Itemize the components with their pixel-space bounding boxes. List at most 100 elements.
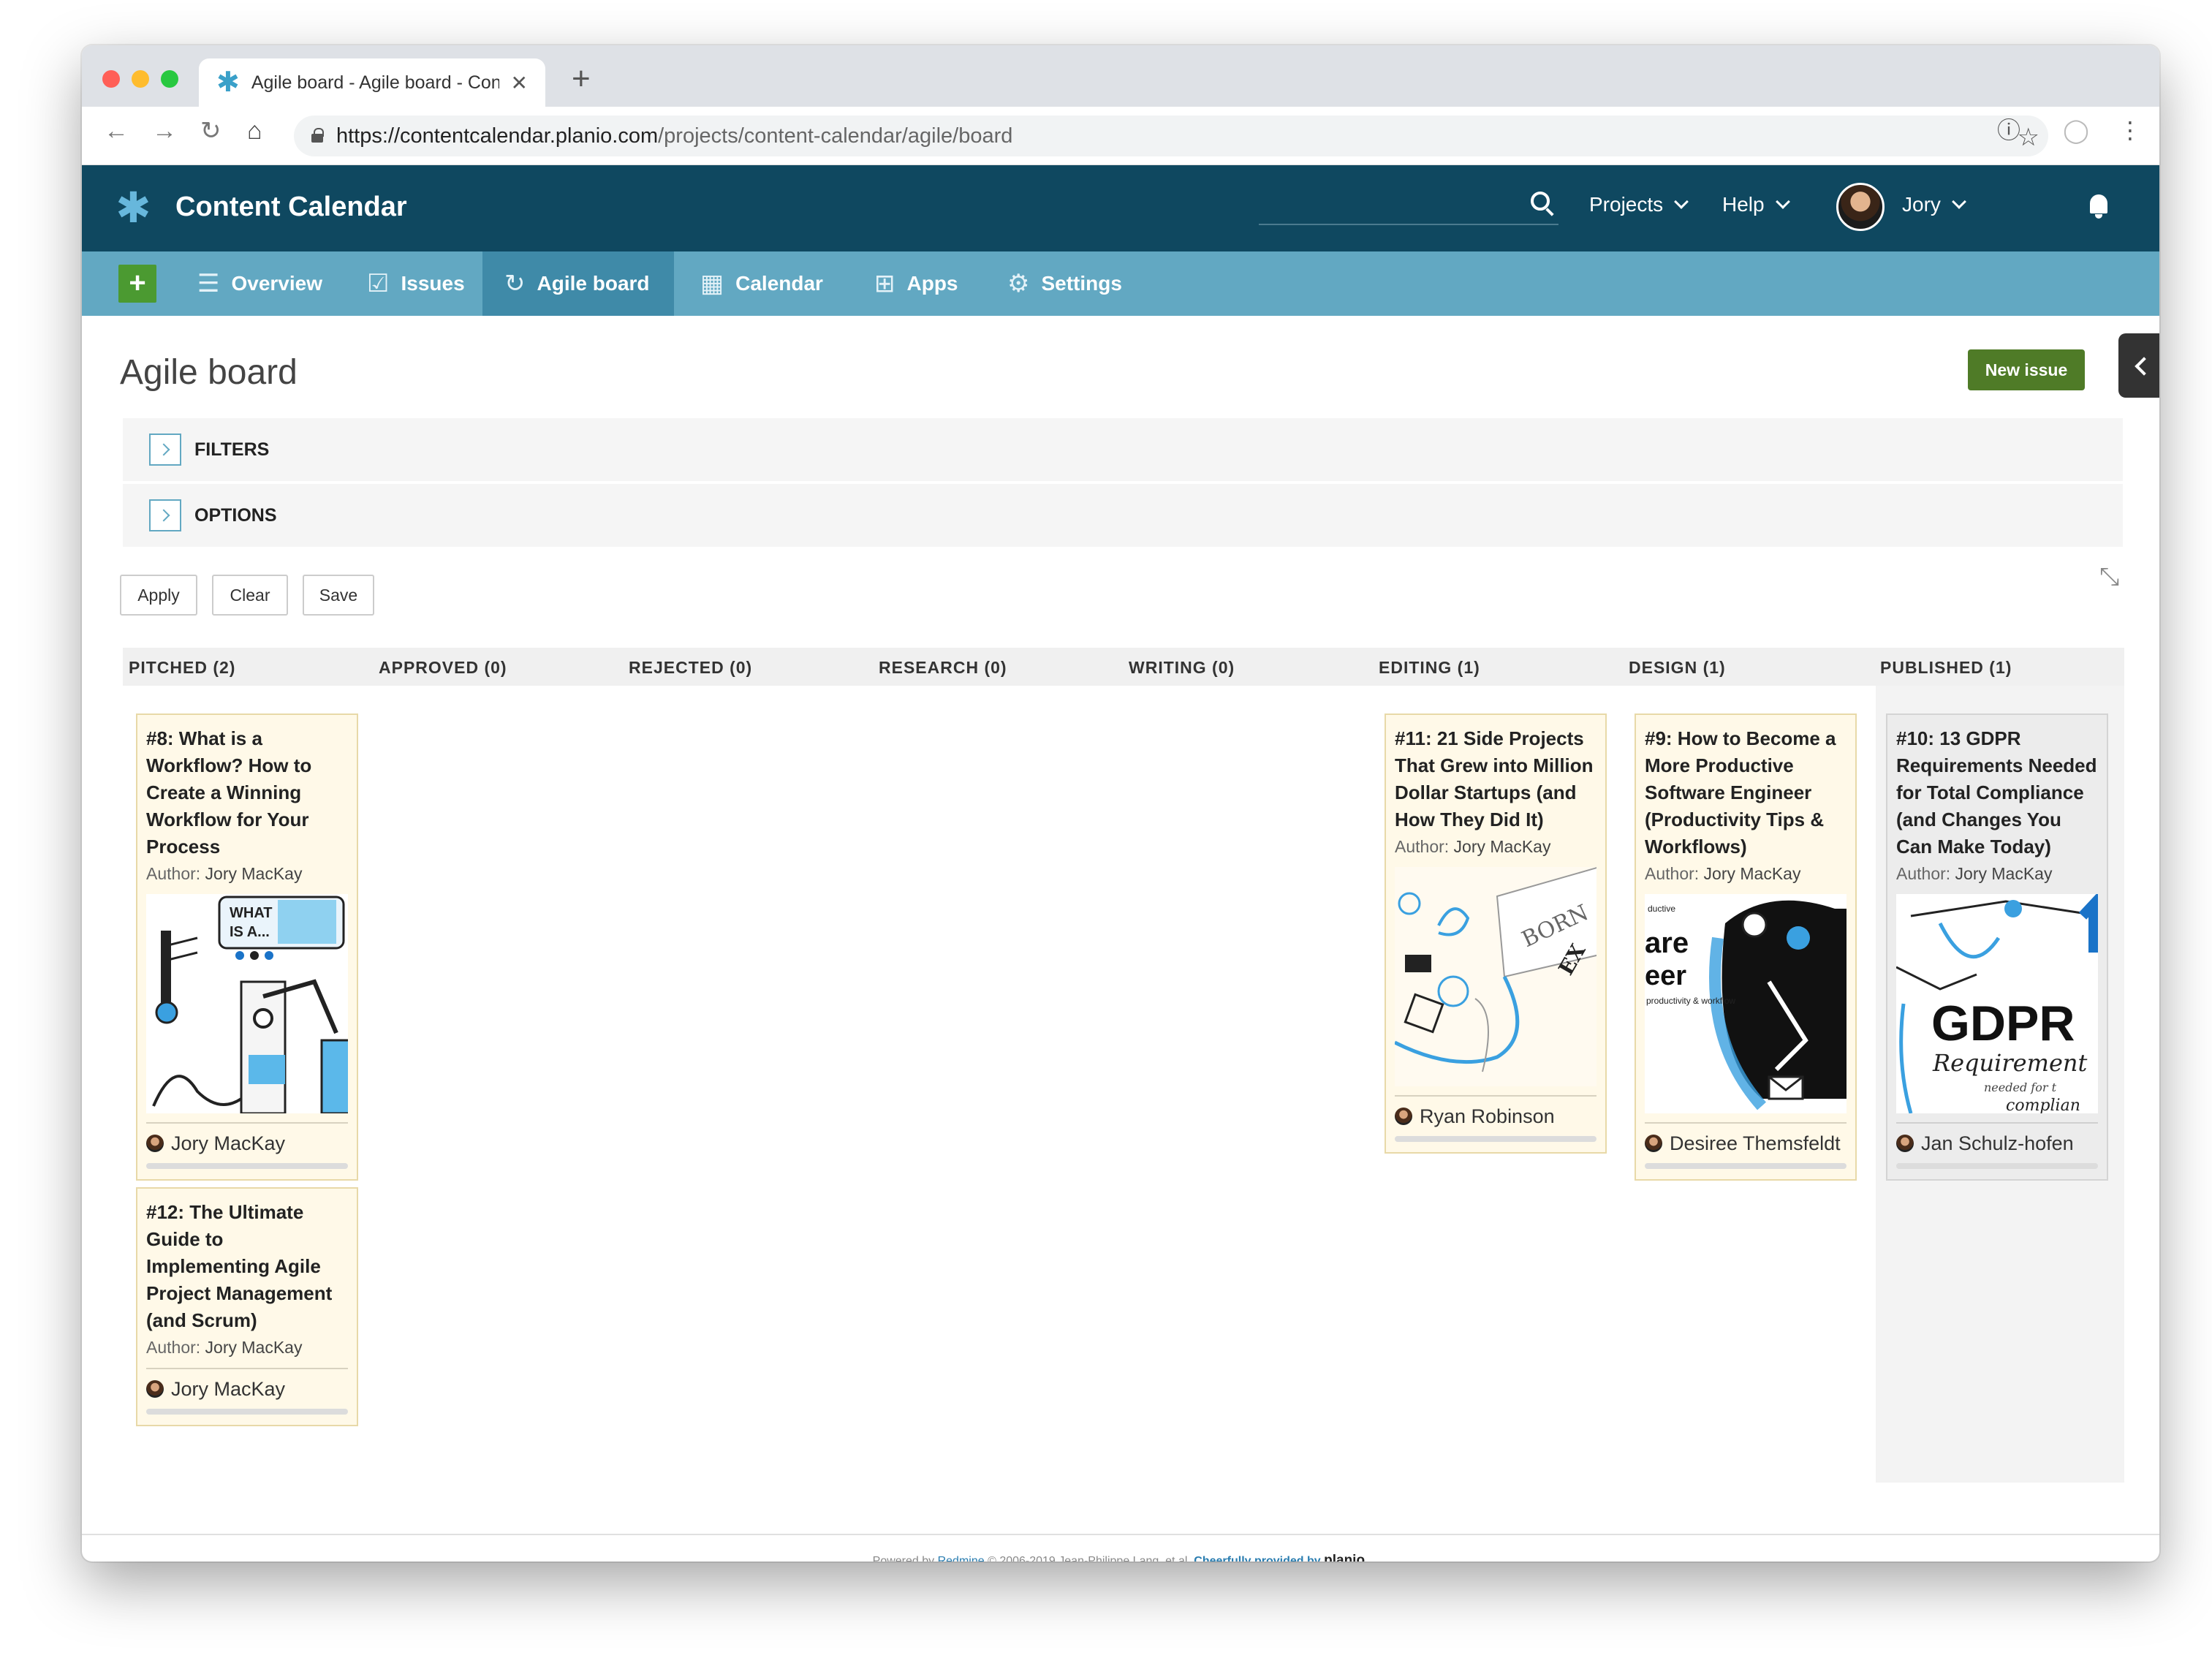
avatar — [146, 1380, 164, 1398]
card-assignee[interactable]: Ryan Robinson — [1395, 1097, 1596, 1136]
quick-add-button[interactable]: + — [118, 265, 156, 303]
avatar — [1645, 1135, 1662, 1152]
menu-calendar[interactable]: ▦ Calendar — [678, 251, 845, 316]
menu-agile-board[interactable]: ↻ Agile board — [482, 251, 674, 316]
provided-by-link[interactable]: Cheerfully provided by — [1194, 1555, 1320, 1562]
avatar — [1896, 1135, 1914, 1152]
url-text: https://contentcalendar.planio.com/proje… — [336, 124, 1013, 148]
close-window-button[interactable] — [102, 70, 120, 88]
apps-grid-icon: ⊞ — [874, 270, 895, 298]
svg-text:needed for t: needed for t — [1984, 1080, 2057, 1094]
apply-button[interactable]: Apply — [120, 575, 197, 616]
avatar — [146, 1135, 164, 1152]
footer: Powered by Redmine © 2006-2019 Jean-Phil… — [82, 1553, 2159, 1562]
column-writing: WRITING (0) — [1129, 658, 1235, 677]
svg-text:WHAT: WHAT — [230, 905, 273, 921]
project-title[interactable]: Content Calendar — [175, 192, 407, 223]
address-bar[interactable]: https://contentcalendar.planio.com/proje… — [294, 116, 2048, 156]
user-menu[interactable]: Jory — [1902, 193, 1966, 216]
svg-text:are: are — [1645, 927, 1689, 959]
footer-divider — [82, 1534, 2159, 1535]
filters-fieldset[interactable]: FILTERS — [123, 418, 2123, 481]
planio-favicon-icon: ✱ — [216, 67, 240, 98]
help-menu[interactable]: Help — [1722, 193, 1790, 216]
expand-options-icon[interactable] — [149, 499, 181, 531]
card-author: Author: Jory MacKay — [146, 864, 303, 883]
lock-icon — [311, 128, 324, 143]
card-title[interactable]: #8: What is a Workflow? How to Create a … — [146, 725, 348, 860]
browser-titlebar: ✱ Agile board - Agile board - Con ✕ + — [82, 45, 2159, 107]
column-editing: EDITING (1) — [1379, 658, 1480, 677]
card-title[interactable]: #11: 21 Side Projects That Grew into Mil… — [1395, 725, 1596, 833]
browser-toolbar: ← → ↻ ⌂ https://contentcalendar.planio.c… — [82, 107, 2159, 165]
issue-card-9[interactable]: #9: How to Become a More Productive Soft… — [1635, 713, 1857, 1181]
maximize-window-button[interactable] — [161, 70, 178, 88]
card-author: Author: Jory MacKay — [1896, 864, 2053, 883]
tab-title: Agile board - Agile board - Con — [251, 72, 499, 93]
list-icon: ☰ — [197, 270, 220, 298]
card-title[interactable]: #12: The Ultimate Guide to Implementing … — [146, 1199, 348, 1334]
new-issue-button[interactable]: New issue — [1968, 349, 2085, 390]
avatar — [1395, 1108, 1412, 1125]
fullscreen-icon[interactable]: ⤡ — [2099, 563, 2119, 591]
progress-bar — [1395, 1136, 1596, 1142]
column-design: DESIGN (1) — [1629, 658, 1726, 677]
notifications-bell-icon[interactable] — [2088, 194, 2110, 219]
card-title[interactable]: #10: 13 GDPR Requirements Needed for Tot… — [1896, 725, 2098, 860]
options-label[interactable]: OPTIONS — [194, 505, 277, 526]
profile-icon[interactable]: ◯ — [2063, 118, 2089, 142]
clear-button[interactable]: Clear — [212, 575, 288, 616]
column-research: RESEARCH (0) — [879, 658, 1007, 677]
extension-icon[interactable]: ⓘ — [1997, 118, 2020, 142]
reload-icon[interactable]: ↻ — [200, 118, 221, 143]
filters-label[interactable]: FILTERS — [194, 439, 269, 461]
back-icon[interactable]: ← — [104, 118, 129, 143]
redmine-link[interactable]: Redmine — [938, 1555, 985, 1562]
column-published: PUBLISHED (1) — [1880, 658, 2012, 677]
issue-card-10[interactable]: #10: 13 GDPR Requirements Needed for Tot… — [1886, 713, 2108, 1181]
issue-card-12[interactable]: #12: The Ultimate Guide to Implementing … — [136, 1187, 358, 1426]
card-assignee[interactable]: Jan Schulz-hofen — [1896, 1124, 2098, 1163]
main-menu: + ☰ Overview ☑ Issues ↻ Agile board ▦ Ca… — [82, 251, 2159, 316]
expand-filters-icon[interactable] — [149, 434, 181, 466]
menu-overview[interactable]: ☰ Overview — [175, 251, 344, 316]
svg-text:ductive: ductive — [1648, 904, 1675, 914]
card-author: Author: Jory MacKay — [1395, 837, 1551, 856]
bookmark-star-icon[interactable]: ☆ — [2018, 123, 2039, 152]
new-tab-icon[interactable]: + — [572, 63, 591, 95]
forward-icon[interactable]: → — [152, 118, 177, 143]
svg-text:Requirement: Requirement — [1932, 1049, 2087, 1077]
save-button[interactable]: Save — [303, 575, 374, 616]
chevron-down-icon — [1674, 194, 1689, 209]
sidebar-toggle-button[interactable] — [2118, 333, 2159, 398]
menu-settings[interactable]: ⚙ Settings — [985, 251, 1144, 316]
progress-bar — [1896, 1163, 2098, 1169]
card-assignee[interactable]: Desiree Themsfeldt — [1645, 1124, 1847, 1163]
svg-text:complian: complian — [2006, 1097, 2080, 1113]
options-fieldset[interactable]: OPTIONS — [123, 484, 2123, 547]
chevron-down-icon — [1775, 194, 1790, 209]
card-image: BORN EX — [1395, 867, 1596, 1086]
gear-icon: ⚙ — [1007, 270, 1030, 298]
menu-apps[interactable]: ⊞ Apps — [852, 251, 980, 316]
card-title[interactable]: #9: How to Become a More Productive Soft… — [1645, 725, 1847, 860]
user-avatar[interactable] — [1836, 183, 1885, 231]
browser-menu-icon[interactable]: ⋮ — [2118, 118, 2142, 142]
minimize-window-button[interactable] — [132, 70, 149, 88]
projects-menu[interactable]: Projects — [1589, 193, 1689, 216]
progress-bar — [146, 1409, 348, 1415]
issue-card-11[interactable]: #11: 21 Side Projects That Grew into Mil… — [1385, 713, 1607, 1154]
search-input[interactable] — [1259, 224, 1558, 225]
issue-card-8[interactable]: #8: What is a Workflow? How to Create a … — [136, 713, 358, 1181]
browser-tab[interactable]: ✱ Agile board - Agile board - Con ✕ — [199, 58, 545, 107]
menu-issues[interactable]: ☑ Issues — [345, 251, 487, 316]
card-image: ductive are eer productivity & workflow — [1645, 894, 1847, 1113]
app-header: ✱ Content Calendar Projects Help Jory — [82, 165, 2159, 251]
planio-logo[interactable]: planio. — [1324, 1553, 1368, 1562]
close-tab-icon[interactable]: ✕ — [511, 71, 528, 95]
card-assignee[interactable]: Jory MacKay — [146, 1369, 348, 1409]
search-icon[interactable] — [1531, 192, 1550, 211]
svg-text:productivity & workflow: productivity & workflow — [1646, 996, 1735, 1006]
home-icon[interactable]: ⌂ — [247, 118, 262, 143]
card-assignee[interactable]: Jory MacKay — [146, 1124, 348, 1163]
